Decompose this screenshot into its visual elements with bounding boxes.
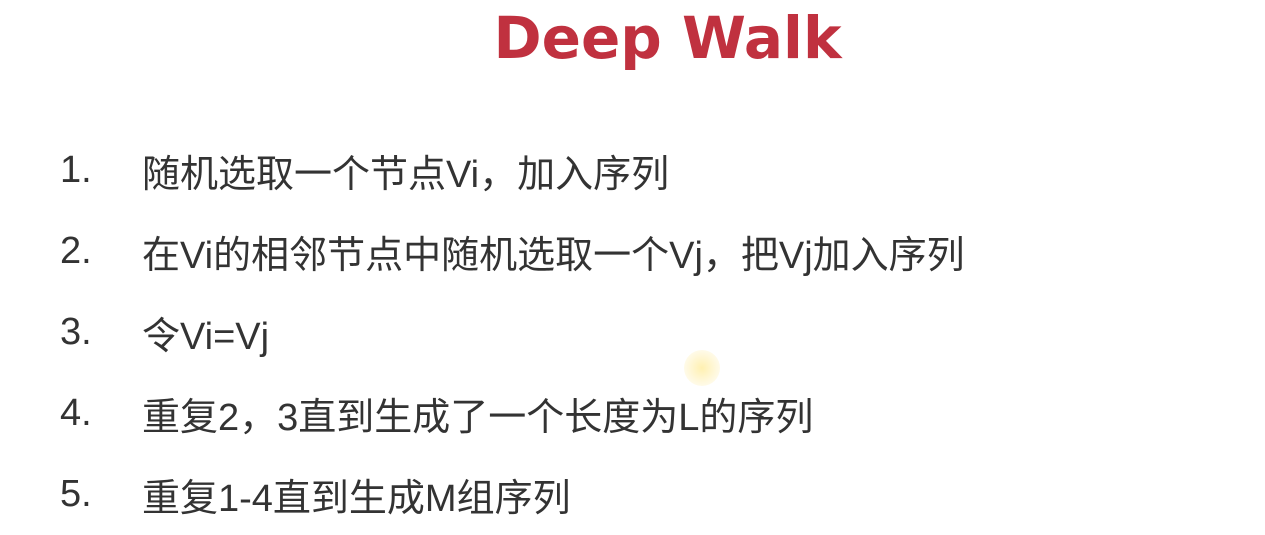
steps-list: 1. 随机选取一个节点Vi，加入序列 2. 在Vi的相邻节点中随机选取一个Vj，… [60,130,965,535]
step-text: 令Vi=Vj [142,316,270,358]
step-text: 在Vi的相邻节点中随机选取一个Vj，把Vj加入序列 [142,235,965,277]
step-number: 2. [60,230,92,272]
step-number: 5. [60,473,92,515]
list-item: 4. 重复2，3直到生成了一个长度为L的序列 [60,373,965,454]
step-number: 1. [60,149,92,191]
slide: Deep Walk 1. 随机选取一个节点Vi，加入序列 2. 在Vi的相邻节点… [0,0,1265,527]
list-item: 5. 重复1-4直到生成M组序列 [60,454,965,535]
list-item: 1. 随机选取一个节点Vi，加入序列 [60,130,965,211]
step-text: 随机选取一个节点Vi，加入序列 [142,154,670,196]
step-number: 4. [60,392,92,434]
step-text: 重复1-4直到生成M组序列 [142,478,571,520]
step-number: 3. [60,311,92,353]
cursor-highlight [684,350,720,386]
list-item: 3. 令Vi=Vj [60,292,965,373]
slide-title: Deep Walk [493,4,842,72]
step-text: 重复2，3直到生成了一个长度为L的序列 [142,397,814,439]
list-item: 2. 在Vi的相邻节点中随机选取一个Vj，把Vj加入序列 [60,211,965,292]
